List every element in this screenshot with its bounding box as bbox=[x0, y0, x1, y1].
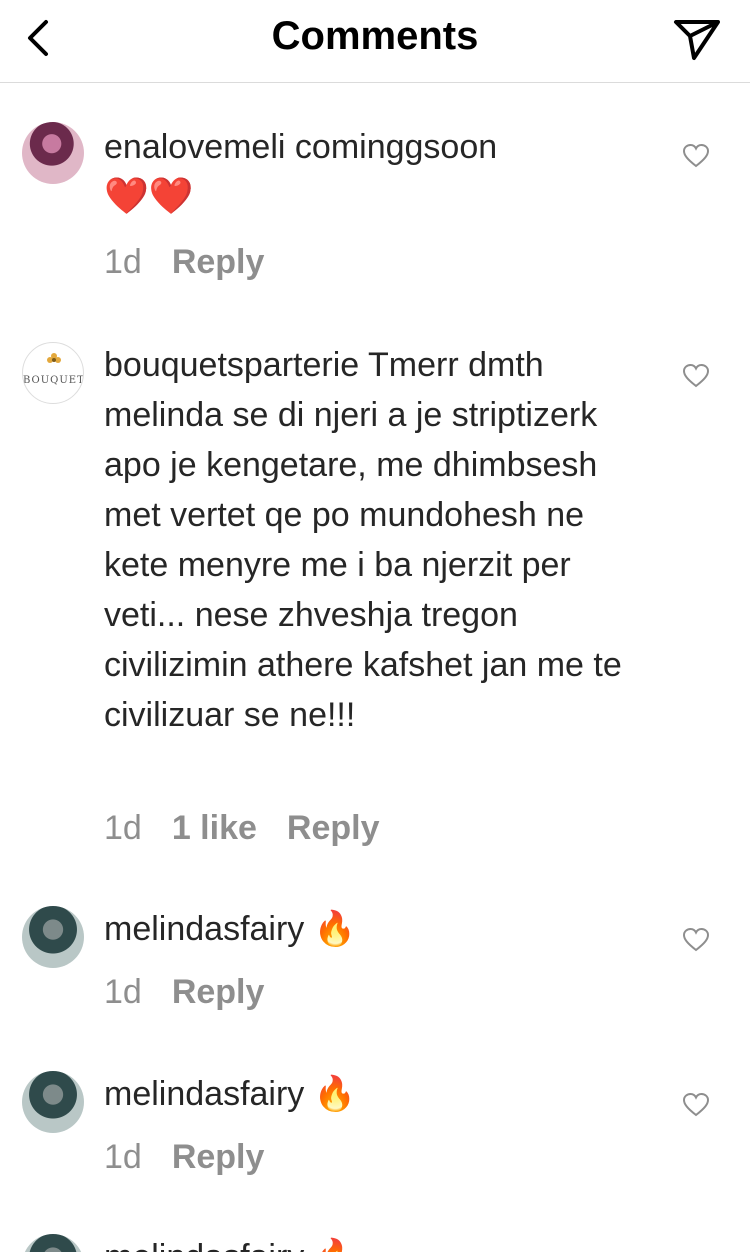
avatar[interactable] bbox=[22, 1071, 84, 1133]
comment-meta: 1d Reply bbox=[104, 240, 294, 284]
fire-emoji-icon: 🔥 bbox=[313, 1074, 357, 1114]
reply-button[interactable]: Reply bbox=[287, 809, 380, 847]
heart-like-icon[interactable] bbox=[683, 364, 709, 388]
comment-text: cominggsoon bbox=[294, 128, 498, 166]
heart-like-icon[interactable] bbox=[683, 928, 709, 952]
flower-logo-icon bbox=[47, 353, 61, 363]
timestamp: 1d bbox=[104, 973, 142, 1011]
username[interactable]: melindasfairy bbox=[104, 910, 304, 948]
page-title: Comments bbox=[271, 14, 479, 58]
username[interactable]: melindasfairy bbox=[104, 1238, 304, 1252]
send-icon[interactable] bbox=[672, 14, 722, 62]
comment-item: melindasfairy 🔥 bbox=[0, 1232, 750, 1252]
comment-body: melindasfairy 🔥 bbox=[104, 1069, 644, 1119]
avatar[interactable]: BOUQUET bbox=[22, 342, 84, 404]
heart-like-icon[interactable] bbox=[683, 144, 709, 168]
comment-body: melindasfairy 🔥 bbox=[104, 904, 644, 954]
comment-meta: 1d 1 like Reply bbox=[104, 806, 410, 850]
heart-like-icon[interactable] bbox=[683, 1093, 709, 1117]
comment-text: Tmerr dmth melinda se di njeri a je stri… bbox=[104, 346, 622, 734]
username[interactable]: melindasfairy bbox=[104, 1075, 304, 1113]
timestamp: 1d bbox=[104, 809, 142, 847]
avatar[interactable] bbox=[22, 1234, 84, 1252]
comment-body: bouquetsparterie Tmerr dmth melinda se d… bbox=[104, 340, 644, 740]
reply-button[interactable]: Reply bbox=[172, 243, 265, 281]
fire-emoji-icon: 🔥 bbox=[313, 909, 357, 949]
fire-emoji-icon: 🔥 bbox=[314, 1237, 356, 1252]
heart-emoji-icon: ❤️❤️ bbox=[104, 176, 194, 217]
reply-button[interactable]: Reply bbox=[172, 973, 265, 1011]
comment-meta: 1d Reply bbox=[104, 1135, 294, 1179]
avatar[interactable] bbox=[22, 906, 84, 968]
comment-meta: 1d Reply bbox=[104, 970, 294, 1014]
reply-button[interactable]: Reply bbox=[172, 1138, 265, 1176]
comment-body: enalovemeli cominggsoon ❤️❤️ bbox=[104, 122, 644, 222]
avatar-logo-text: BOUQUET bbox=[23, 375, 84, 386]
timestamp: 1d bbox=[104, 243, 142, 281]
header-bar: Comments bbox=[0, 0, 750, 83]
like-count[interactable]: 1 like bbox=[172, 809, 257, 847]
comment-body: melindasfairy 🔥 bbox=[104, 1232, 644, 1252]
username[interactable]: enalovemeli bbox=[104, 128, 285, 166]
avatar[interactable] bbox=[22, 122, 84, 184]
timestamp: 1d bbox=[104, 1138, 142, 1176]
username[interactable]: bouquetsparterie bbox=[104, 346, 359, 384]
